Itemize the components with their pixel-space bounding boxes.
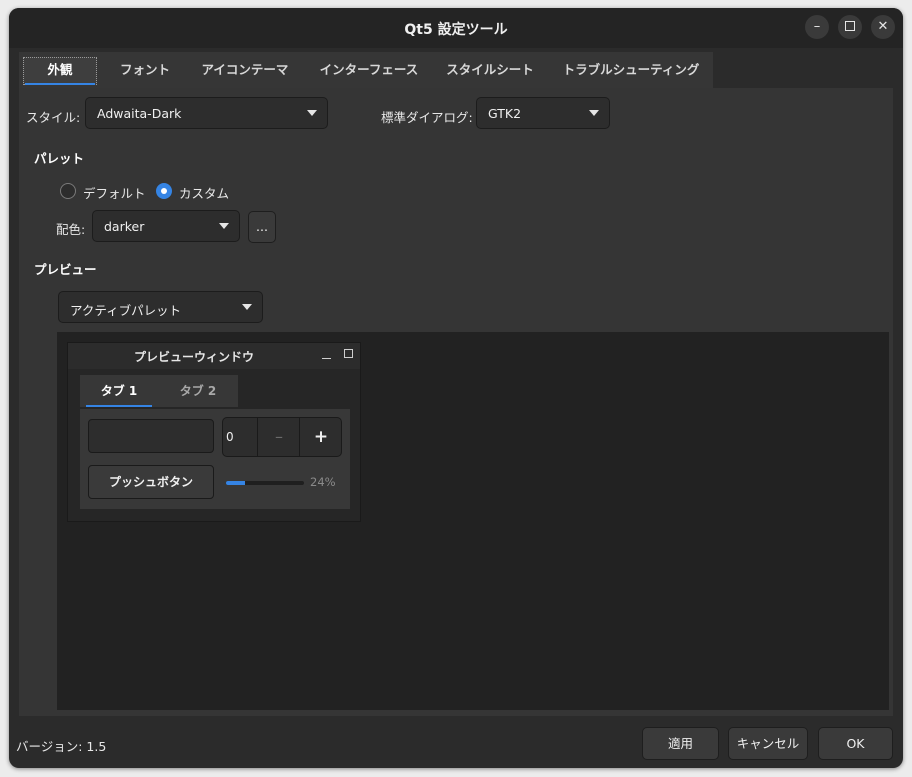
palette-custom-radio[interactable] (156, 183, 172, 199)
tab-label: トラブルシューティング (562, 62, 700, 77)
preview-palette-value: アクティブパレット (70, 303, 182, 318)
progress-fill (226, 481, 245, 485)
minimize-icon: – (813, 19, 821, 34)
preview-text-input[interactable] (88, 419, 214, 453)
chevron-down-icon (589, 110, 599, 116)
color-scheme-select[interactable]: darker (92, 210, 240, 242)
preview-tab-2[interactable]: タブ 2 (158, 375, 238, 407)
maximize-icon (845, 20, 855, 31)
appearance-panel: スタイル: Adwaita-Dark 標準ダイアログ: GTK2 パレット デフ… (19, 88, 893, 716)
apply-button[interactable]: 適用 (642, 727, 719, 760)
tab-label: 外観 (47, 62, 73, 77)
palette-default-label[interactable]: デフォルト (83, 183, 146, 202)
preview-tab-1[interactable]: タブ 1 (80, 375, 158, 407)
titlebar: Qt5 設定ツール – ✕ (9, 8, 903, 48)
tab-appearance[interactable]: 外観 (19, 52, 101, 88)
style-select[interactable]: Adwaita-Dark (85, 97, 328, 129)
palette-heading: パレット (34, 151, 85, 166)
preview-window-title: プレビューウィンドウ (134, 350, 255, 364)
minimize-button[interactable]: – (805, 15, 829, 39)
preview-spinbox[interactable]: 0 – + (222, 417, 342, 457)
dialog-select[interactable]: GTK2 (476, 97, 610, 129)
spinbox-value: 0 (226, 430, 234, 444)
ok-button[interactable]: OK (818, 727, 893, 760)
color-scheme-label: 配色: (56, 222, 86, 237)
preview-progress-bar (226, 481, 304, 485)
preview-window: プレビューウィンドウ タブ 1 タブ 2 0 – + プッシュボタン 24% (67, 342, 361, 522)
dialog-label: 標準ダイアログ: (381, 110, 473, 125)
close-icon: ✕ (877, 19, 889, 34)
tab-fonts[interactable]: フォント (105, 52, 185, 88)
radio-dot (161, 188, 167, 194)
color-scheme-value: darker (104, 219, 145, 234)
tab-troubleshooting[interactable]: トラブルシューティング (549, 52, 713, 88)
settings-window: Qt5 設定ツール – ✕ 外観 フォント アイコンテーマ インターフェース ス… (9, 8, 903, 768)
preview-tab-label: タブ 2 (179, 384, 217, 398)
preview-tab-content: 0 – + プッシュボタン 24% (80, 409, 350, 509)
palette-custom-label[interactable]: カスタム (179, 183, 229, 202)
preview-window-titlebar: プレビューウィンドウ (68, 343, 360, 369)
preview-heading: プレビュー (34, 262, 97, 277)
preview-palette-select[interactable]: アクティブパレット (58, 291, 263, 323)
window-title: Qt5 設定ツール (404, 22, 508, 38)
dialog-value: GTK2 (488, 106, 522, 121)
chevron-down-icon (219, 223, 229, 229)
version-label: バージョン: 1.5 (16, 739, 107, 754)
cancel-button[interactable]: キャンセル (728, 727, 808, 760)
style-value: Adwaita-Dark (97, 106, 182, 121)
palette-default-radio[interactable] (60, 183, 76, 199)
tab-icon-theme[interactable]: アイコンテーマ (187, 52, 303, 88)
minimize-icon[interactable] (322, 358, 331, 359)
close-button[interactable]: ✕ (871, 15, 895, 39)
progress-text: 24% (310, 475, 336, 489)
main-tabs: 外観 フォント アイコンテーマ インターフェース スタイルシート トラブルシュー… (19, 52, 713, 88)
plus-icon[interactable]: + (299, 418, 342, 456)
maximize-icon[interactable] (344, 349, 353, 358)
preview-tabs: タブ 1 タブ 2 (80, 375, 238, 407)
tab-label: フォント (119, 62, 170, 77)
tab-interface[interactable]: インターフェース (305, 52, 433, 88)
preview-push-button[interactable]: プッシュボタン (88, 465, 214, 499)
style-label: スタイル: (26, 110, 81, 125)
tab-stylesheets[interactable]: スタイルシート (433, 52, 547, 88)
preview-tab-label: タブ 1 (100, 384, 138, 398)
minus-icon[interactable]: – (257, 418, 300, 456)
active-tab-indicator (25, 83, 95, 85)
tab-label: インターフェース (319, 62, 419, 77)
tab-label: スタイルシート (446, 62, 534, 77)
tab-label: アイコンテーマ (201, 62, 289, 77)
maximize-button[interactable] (838, 15, 862, 39)
edit-colors-button[interactable]: ... (248, 211, 276, 243)
chevron-down-icon (242, 304, 252, 310)
preview-area: プレビューウィンドウ タブ 1 タブ 2 0 – + プッシュボタン 24% (57, 332, 889, 710)
active-tab-indicator (86, 405, 152, 407)
chevron-down-icon (307, 110, 317, 116)
